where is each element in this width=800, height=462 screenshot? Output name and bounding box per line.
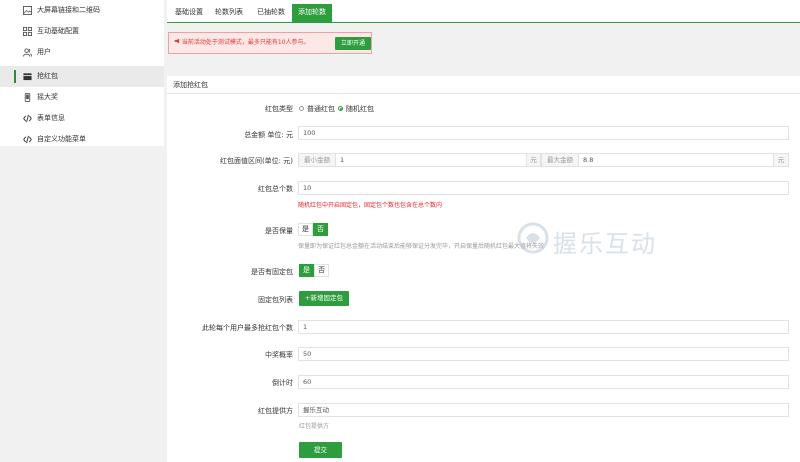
fixed-label: 是否有固定包 [251,268,293,276]
min-amount-prefix: 最小金额 [298,153,336,167]
tab-round-list[interactable]: 轮数列表 [209,4,249,22]
sidebar-item-label: 自定义功能菜单 [37,135,86,143]
fixed-yes-button[interactable]: 是 [299,264,314,277]
radio-normal-packet[interactable] [299,106,304,111]
activate-button[interactable]: 立即开通 [335,37,371,50]
max-per-user-input[interactable]: 1 [298,320,789,334]
guarantee-label: 是否保量 [265,227,293,235]
max-amount-unit: 元 [773,153,789,167]
total-label: 总金额 单位: 元 [244,131,293,139]
provider-label: 红包提供方 [258,407,293,415]
fixed-no-button[interactable]: 否 [314,264,329,277]
guarantee-no-button[interactable]: 否 [313,223,328,236]
sidebar-item-red-packet[interactable]: 抢红包 [0,66,164,87]
countdown-input[interactable]: 60 [298,375,789,389]
tab-add-round[interactable]: 添加轮数 [292,4,332,22]
radio-random-packet[interactable] [338,106,343,111]
max-amount-prefix: 最大金额 [541,153,579,167]
sidebar-item-label: 抢红包 [37,72,58,80]
provider-hint: 红包提供方 [299,423,330,430]
range-label: 红包面值区间(单位: 元) [219,157,293,165]
guarantee-hint: 保量即为保证红包总金额在活动结束后能够保证分发完毕，开启保量后随机红包最大值将失… [298,243,545,250]
sidebar-item-users[interactable]: 用户 [0,42,164,63]
min-amount-unit: 元 [526,153,541,167]
section-title: 添加抢红包 [173,81,208,89]
count-hint: 随机红包中开启固定包，固定包个数也包含在总个数内 [298,202,443,209]
main-panel: 基础设置 轮数列表 已抽轮数 添加轮数 当前活动处于测试模式，最多只能有10人参… [167,0,800,462]
image-icon [23,6,32,15]
min-amount-input[interactable]: 1 [335,153,527,167]
total-amount-input[interactable]: 100 [298,126,789,140]
sidebar-item-form-info[interactable]: 表单信息 [0,108,164,129]
sidebar-item-label: 互动基础配置 [37,27,79,35]
countdown-label: 倒计时 [272,379,293,387]
max-per-user-label: 此轮每个用户最多抢红包个数 [202,324,293,332]
watermark-text: 握乐互动 [553,230,657,258]
test-mode-notice: 当前活动处于测试模式，最多只能有10人参与。 立即开通 [168,32,372,54]
fixed-list-label: 固定包列表 [258,296,293,304]
tab-drawn-rounds[interactable]: 已抽轮数 [251,4,291,22]
add-fixed-packet-button[interactable]: +新增固定包 [299,291,349,306]
type-label: 红包类型 [265,105,293,113]
code-icon [23,135,32,144]
tab-bar: 基础设置 轮数列表 已抽轮数 添加轮数 [167,0,800,23]
sidebar: 大屏幕链接和二维码 互动基础配置 用户 抢红包 摇大奖 表单信息 自定义功能菜单 [0,0,164,146]
watermark-logo: 握乐互动 [517,220,677,258]
divider [167,93,800,94]
count-label: 红包总个数 [258,185,293,193]
guarantee-yes-button[interactable]: 是 [298,223,313,236]
users-icon [23,48,32,57]
code-icon [23,114,32,123]
grid-icon [23,27,32,36]
notice-area: 当前活动处于测试模式，最多只能有10人参与。 立即开通 [167,23,800,76]
radio-random-label: 随机红包 [346,105,374,113]
sidebar-item-label: 大屏幕链接和二维码 [37,6,100,14]
sidebar-item-shake[interactable]: 摇大奖 [0,87,164,108]
win-rate-input[interactable]: 50 [298,347,789,361]
sidebar-item-screen-link[interactable]: 大屏幕链接和二维码 [0,0,164,21]
phone-icon [24,93,31,102]
sidebar-item-basic-config[interactable]: 互动基础配置 [0,21,164,42]
radio-normal-label: 普通红包 [307,105,335,113]
megaphone-icon [174,33,180,53]
sidebar-item-label: 摇大奖 [37,93,58,101]
tab-basic-settings[interactable]: 基础设置 [169,4,209,22]
sidebar-item-label: 用户 [37,48,51,56]
sidebar-item-label: 表单信息 [37,114,65,122]
packet-count-input[interactable]: 10 [298,181,789,195]
notice-text: 当前活动处于测试模式，最多只能有10人参与。 [181,39,310,46]
win-rate-label: 中奖概率 [265,351,293,359]
submit-button[interactable]: 提交 [299,442,342,458]
wallet-icon [23,73,32,81]
provider-input[interactable]: 握乐互动 [298,403,789,417]
sidebar-item-custom-menu[interactable]: 自定义功能菜单 [0,129,164,150]
max-amount-input[interactable]: 8.8 [578,153,774,167]
